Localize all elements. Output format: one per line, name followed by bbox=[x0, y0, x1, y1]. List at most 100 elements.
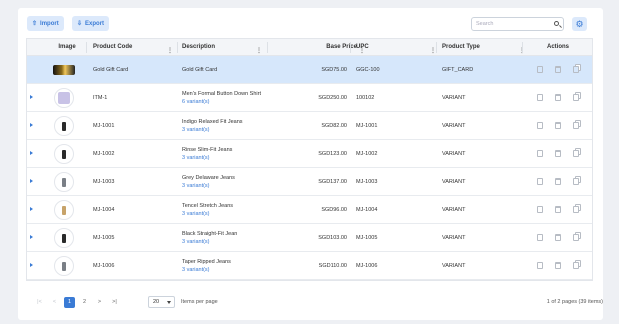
copy-icon[interactable] bbox=[573, 178, 579, 185]
product-type: VARIANT bbox=[442, 123, 466, 129]
upc: MJ-1001 bbox=[356, 123, 378, 129]
export-label: Export bbox=[85, 20, 105, 27]
expand-row-icon[interactable] bbox=[30, 263, 33, 267]
edit-icon[interactable] bbox=[537, 150, 543, 157]
description-cell: Taper Ripped Jeans 3 variant(s) bbox=[182, 252, 282, 280]
copy-icon[interactable] bbox=[573, 150, 579, 157]
next-page-button[interactable]: > bbox=[94, 297, 105, 308]
trash-icon[interactable] bbox=[555, 94, 561, 101]
table-row[interactable]: ITM-1 Men's Formal Button Down Shirt 6 var… bbox=[27, 84, 592, 112]
table-row[interactable]: MJ-1003 Grey Delaware Jeans 3 variant(s) SG… bbox=[27, 168, 592, 196]
variants-link[interactable]: 3 variant(s) bbox=[182, 155, 282, 161]
items-per-page-select[interactable]: 20 bbox=[148, 296, 175, 308]
trash-icon[interactable] bbox=[555, 206, 561, 213]
variants-link[interactable]: 6 variant(s) bbox=[182, 99, 282, 105]
trash-icon[interactable] bbox=[555, 178, 561, 185]
trash-icon[interactable] bbox=[555, 150, 561, 157]
col-product-type[interactable]: Product Type⋮ bbox=[442, 39, 525, 56]
expand-row-icon[interactable] bbox=[30, 179, 33, 183]
jeans-image bbox=[62, 205, 66, 215]
page-2-button[interactable]: 2 bbox=[79, 297, 90, 308]
col-description-label: Description bbox=[182, 44, 216, 50]
expand-row-icon[interactable] bbox=[30, 235, 33, 239]
product-image bbox=[54, 144, 74, 164]
expand-row-icon[interactable] bbox=[30, 123, 33, 127]
copy-icon[interactable] bbox=[573, 94, 579, 101]
edit-icon[interactable] bbox=[537, 262, 543, 269]
table-row[interactable]: MJ-1001 Indigo Relaxed Fit Jeans 3 variant… bbox=[27, 112, 592, 140]
first-page-button[interactable]: |< bbox=[34, 297, 45, 308]
variants-link[interactable]: 3 variant(s) bbox=[182, 183, 282, 189]
row-actions bbox=[537, 122, 579, 129]
description-cell: Gold Gift Card bbox=[182, 56, 282, 84]
page-1-button[interactable]: 1 bbox=[64, 296, 75, 308]
edit-icon[interactable] bbox=[537, 94, 543, 101]
variants-link[interactable]: 3 variant(s) bbox=[182, 239, 282, 245]
expand-row-icon[interactable] bbox=[30, 95, 33, 99]
upload-icon: ⇧ bbox=[32, 21, 38, 27]
product-type: VARIANT bbox=[442, 235, 466, 241]
product-type: VARIANT bbox=[442, 179, 466, 185]
product-code-cell: MJ-1005 bbox=[93, 224, 173, 252]
base-price-cell: SGD123.00 bbox=[287, 140, 347, 168]
upc: MJ-1003 bbox=[356, 179, 378, 185]
table-row[interactable]: MJ-1005 Black Straight-Fit Jean 3 variant(… bbox=[27, 224, 592, 252]
variants-link[interactable]: 3 variant(s) bbox=[182, 267, 282, 273]
product-image bbox=[54, 200, 74, 220]
edit-icon[interactable] bbox=[537, 234, 543, 241]
trash-icon[interactable] bbox=[555, 262, 561, 269]
copy-icon[interactable] bbox=[573, 262, 579, 269]
edit-icon[interactable] bbox=[537, 206, 543, 213]
expand-row-icon[interactable] bbox=[30, 207, 33, 211]
search-icon[interactable] bbox=[554, 21, 559, 26]
col-base-price[interactable]: Base Price ⋮ bbox=[287, 39, 365, 56]
copy-icon[interactable] bbox=[573, 234, 579, 241]
trash-icon[interactable] bbox=[555, 234, 561, 241]
col-upc[interactable]: UPC ⋮ bbox=[356, 39, 436, 56]
last-page-button[interactable]: >| bbox=[109, 297, 120, 308]
table-row[interactable]: MJ-1004 Tencel Stretch Jeans 3 variant(s) S… bbox=[27, 196, 592, 224]
variants-link[interactable]: 3 variant(s) bbox=[182, 211, 282, 217]
col-description[interactable]: Description ⋮ bbox=[182, 39, 262, 56]
column-divider bbox=[436, 42, 437, 53]
table-row[interactable]: MJ-1006 Taper Ripped Jeans 3 variant(s) SGD… bbox=[27, 252, 592, 280]
trash-icon[interactable] bbox=[555, 122, 561, 129]
settings-button[interactable]: ⚙ bbox=[572, 17, 587, 31]
prev-page-button[interactable]: < bbox=[49, 297, 60, 308]
copy-icon[interactable] bbox=[573, 206, 579, 213]
description-cell: Tencel Stretch Jeans 3 variant(s) bbox=[182, 196, 282, 224]
product-code-cell: ITM-1 bbox=[93, 84, 173, 112]
product-type: VARIANT bbox=[442, 151, 466, 157]
copy-icon[interactable] bbox=[573, 66, 579, 73]
product-code: MJ-1006 bbox=[93, 263, 115, 269]
col-product-code[interactable]: Product Code ⋮ bbox=[93, 39, 173, 56]
row-actions bbox=[537, 150, 579, 157]
variants-link[interactable]: 3 variant(s) bbox=[182, 127, 282, 133]
export-button[interactable]: ⇩ Export bbox=[72, 16, 110, 31]
table-header: Image Product Code ⋮ Description ⋮ Base Pr… bbox=[27, 39, 592, 56]
expand-row-icon[interactable] bbox=[30, 151, 33, 155]
search-input[interactable] bbox=[472, 18, 550, 30]
toolbar: ⇧ Import ⇩ Export ⚙ bbox=[18, 8, 603, 38]
table-row[interactable]: MJ-1002 Rinse Slim-Fit Jeans 3 variant(s) S… bbox=[27, 140, 592, 168]
edit-icon[interactable] bbox=[537, 66, 543, 73]
description: Tencel Stretch Jeans bbox=[182, 203, 234, 209]
product-code: MJ-1005 bbox=[93, 235, 115, 241]
product-type-cell: VARIANT bbox=[442, 196, 522, 224]
product-code: MJ-1003 bbox=[93, 179, 115, 185]
base-price: SGD96.00 bbox=[321, 207, 347, 213]
upc-cell: MJ-1002 bbox=[356, 140, 436, 168]
edit-icon[interactable] bbox=[537, 122, 543, 129]
trash-icon[interactable] bbox=[555, 66, 561, 73]
base-price-cell: SGD103.00 bbox=[287, 224, 347, 252]
description: Black Straight-Fit Jean bbox=[182, 231, 238, 237]
jeans-image bbox=[62, 233, 66, 243]
edit-icon[interactable] bbox=[537, 178, 543, 185]
upc-cell: MJ-1006 bbox=[356, 252, 436, 280]
base-price: SGD123.00 bbox=[318, 151, 347, 157]
upc: MJ-1002 bbox=[356, 151, 378, 157]
copy-icon[interactable] bbox=[573, 122, 579, 129]
table-row[interactable]: Gold Gift Card Gold Gift Card SGD75.00 GGC-… bbox=[27, 56, 592, 84]
description: Men's Formal Button Down Shirt bbox=[182, 91, 261, 97]
import-button[interactable]: ⇧ Import bbox=[27, 16, 64, 31]
